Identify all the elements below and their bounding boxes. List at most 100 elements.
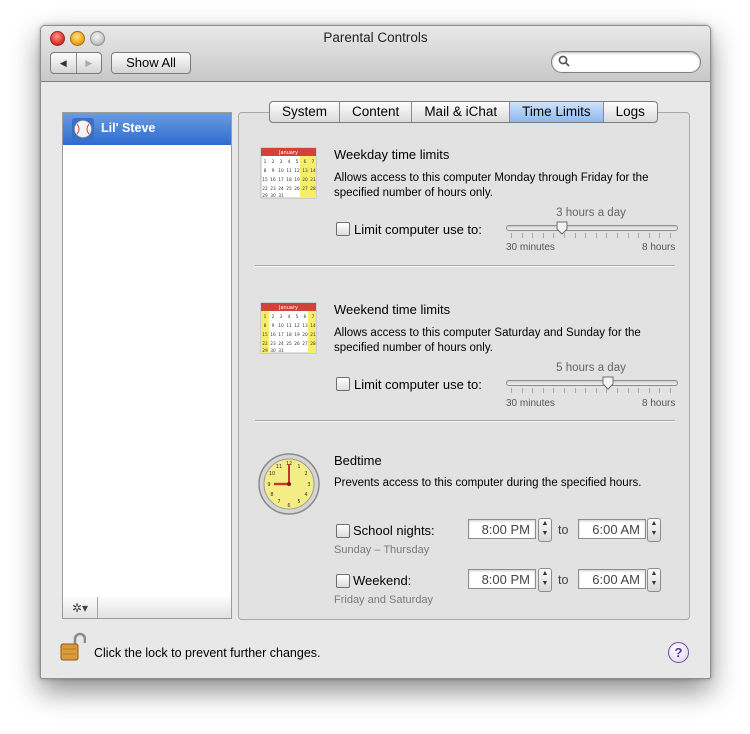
show-all-button[interactable]: Show All — [111, 52, 191, 74]
school-nights-sublabel: Sunday – Thursday — [334, 544, 430, 556]
gear-menu-button[interactable]: ✲▾ — [63, 597, 98, 618]
svg-text:20: 20 — [302, 332, 308, 338]
weekend-title: Weekend time limits — [334, 302, 451, 317]
svg-text:9: 9 — [272, 168, 275, 174]
school-nights-end-time[interactable]: 6:00 AM — [578, 519, 646, 539]
svg-text:11: 11 — [286, 168, 292, 174]
svg-text:28: 28 — [310, 186, 316, 192]
svg-text:31: 31 — [278, 348, 284, 354]
user-list-footer: ✲▾ — [62, 597, 232, 619]
svg-text:17: 17 — [278, 177, 284, 183]
weekday-slider-track[interactable] — [506, 225, 678, 231]
section-divider — [255, 265, 675, 267]
svg-text:25: 25 — [286, 186, 292, 192]
weekend-start-time[interactable]: 8:00 PM — [468, 569, 536, 589]
svg-text:17: 17 — [278, 332, 284, 338]
svg-text:12: 12 — [294, 168, 300, 174]
weekend-max-label: 8 hours — [642, 398, 676, 409]
baseball-avatar-icon — [72, 118, 94, 140]
weekend-end-time[interactable]: 6:00 AM — [578, 569, 646, 589]
svg-text:18: 18 — [286, 332, 292, 338]
svg-text:4: 4 — [288, 314, 291, 320]
back-button[interactable]: ◀ — [51, 53, 77, 73]
user-list-item[interactable]: Lil' Steve — [63, 113, 231, 145]
school-nights-label: School nights: — [353, 523, 435, 538]
to-label: to — [558, 573, 569, 587]
tab-mail-ichat[interactable]: Mail & iChat — [412, 102, 511, 122]
svg-text:25: 25 — [286, 341, 292, 347]
to-label: to — [558, 523, 569, 537]
forward-button[interactable]: ▶ — [77, 53, 102, 73]
svg-text:5: 5 — [296, 159, 299, 165]
section-divider — [255, 420, 675, 422]
svg-text:1: 1 — [264, 314, 267, 320]
svg-text:13: 13 — [302, 323, 308, 329]
weekend-slider-ticks — [511, 388, 671, 393]
svg-text:26: 26 — [294, 186, 300, 192]
svg-text:24: 24 — [278, 341, 284, 347]
school-nights-checkbox[interactable] — [336, 524, 350, 538]
weekend-limit-checkbox[interactable] — [336, 377, 350, 391]
svg-text:3: 3 — [280, 314, 283, 320]
weekday-slider-value: 3 hours a day — [556, 207, 626, 219]
weekend-start-stepper[interactable]: ▲ ▼ — [538, 568, 552, 592]
svg-text:6: 6 — [304, 159, 307, 165]
weekday-limit-label: Limit computer use to: — [354, 222, 482, 237]
calendar-month-label: January — [278, 150, 298, 156]
search-input[interactable] — [574, 53, 696, 72]
svg-text:2: 2 — [272, 314, 275, 320]
user-list: Lil' Steve — [62, 112, 232, 598]
svg-text:19: 19 — [294, 177, 300, 183]
svg-text:22: 22 — [262, 341, 268, 347]
lock-message: Click the lock to prevent further change… — [94, 646, 321, 660]
svg-text:9: 9 — [272, 323, 275, 329]
svg-text:22: 22 — [262, 186, 268, 192]
svg-text:11: 11 — [286, 323, 292, 329]
weekend-slider-knob[interactable] — [602, 376, 614, 390]
school-nights-start-time[interactable]: 8:00 PM — [468, 519, 536, 539]
tab-time-limits[interactable]: Time Limits — [510, 102, 604, 122]
weekday-min-label: 30 minutes — [506, 242, 555, 253]
svg-text:4: 4 — [304, 492, 307, 498]
weekend-bedtime-checkbox[interactable] — [336, 574, 350, 588]
weekend-slider-track[interactable] — [506, 380, 678, 386]
tab-content[interactable]: Content — [340, 102, 413, 122]
toolbar: Parental Controls ◀ ▶ Show All — [41, 26, 710, 82]
svg-text:29: 29 — [262, 193, 268, 199]
svg-text:2: 2 — [304, 471, 307, 477]
svg-text:7: 7 — [277, 499, 280, 505]
weekday-slider-knob[interactable] — [556, 221, 568, 235]
weekend-slider-value: 5 hours a day — [556, 362, 626, 374]
weekend-end-stepper[interactable]: ▲ ▼ — [647, 568, 661, 592]
svg-text:7: 7 — [312, 314, 315, 320]
school-nights-end-stepper[interactable]: ▲ ▼ — [647, 518, 661, 542]
svg-text:30: 30 — [270, 348, 276, 354]
back-forward-control: ◀ ▶ — [50, 52, 102, 74]
svg-text:6: 6 — [304, 314, 307, 320]
help-button[interactable]: ? — [668, 642, 689, 663]
school-nights-start-stepper[interactable]: ▲ ▼ — [538, 518, 552, 542]
svg-text:18: 18 — [286, 177, 292, 183]
weekday-calendar-icon: January 1234567 8 9 10 11 12 13 14 15 16 17 18 19 2… — [260, 147, 317, 199]
svg-text:15: 15 — [262, 177, 268, 183]
weekend-calendar-icon: January 1234567 8 9 10 11 12 13 14 15 16 17 18 19 2… — [260, 302, 317, 354]
tab-logs[interactable]: Logs — [604, 102, 657, 122]
search-field[interactable] — [551, 51, 701, 73]
svg-text:16: 16 — [270, 177, 276, 183]
clock-icon: 12123 4567 891011 — [258, 453, 320, 515]
lock-icon[interactable] — [60, 632, 86, 662]
svg-text:6: 6 — [287, 503, 290, 509]
weekday-limit-checkbox[interactable] — [336, 222, 350, 236]
tab-system[interactable]: System — [270, 102, 341, 122]
gear-icon: ✲▾ — [71, 600, 89, 615]
svg-text:7: 7 — [312, 159, 315, 165]
svg-text:16: 16 — [270, 332, 276, 338]
svg-text:31: 31 — [278, 193, 284, 199]
svg-text:10: 10 — [269, 471, 275, 477]
svg-text:13: 13 — [302, 168, 308, 174]
svg-text:9: 9 — [267, 482, 270, 488]
svg-text:20: 20 — [302, 177, 308, 183]
search-icon — [558, 55, 570, 67]
calendar-month-label: January — [278, 305, 298, 311]
svg-text:14: 14 — [310, 168, 316, 174]
